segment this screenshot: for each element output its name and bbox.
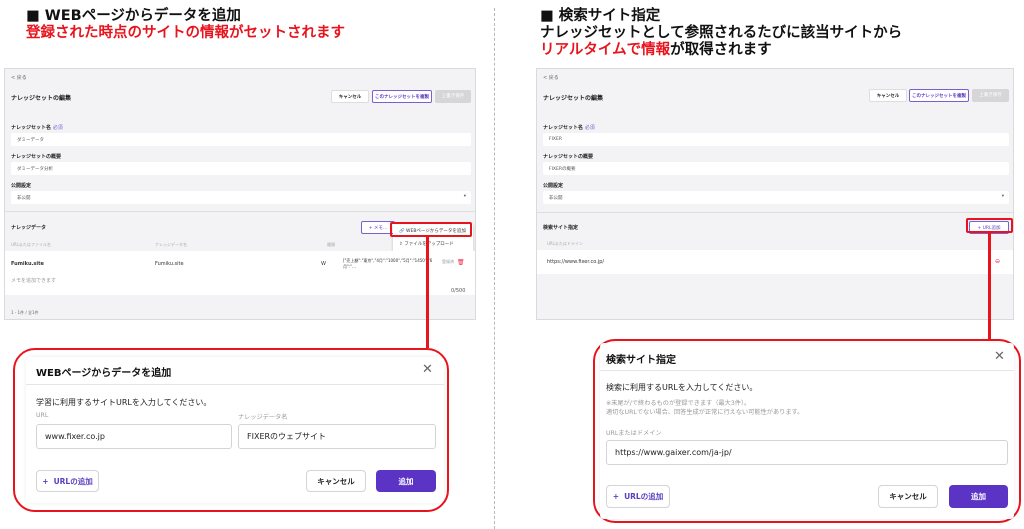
right-heading-line3: リアルタイムで情報が取得されます bbox=[540, 42, 902, 59]
col-header-url: URLまたはファイル名 bbox=[11, 242, 51, 247]
page-title: ナレッジセットの編集 bbox=[11, 95, 72, 102]
right-heading-title: ■ 検索サイト指定 bbox=[540, 8, 661, 24]
cancel-button[interactable]: キャンセル bbox=[869, 89, 907, 102]
delete-icon[interactable]: ⊖ bbox=[995, 258, 1000, 265]
left-mini-screen: < 戻る ナレッジセットの編集 キャンセル このナレッジセットを複製 上書き保存… bbox=[4, 68, 476, 320]
copy-knowledge-button[interactable]: このナレッジセットを複製 bbox=[909, 89, 969, 102]
dialog-title: WEBページからデータを追加 bbox=[36, 368, 172, 379]
publish-select[interactable]: 非公開 ▾ bbox=[543, 191, 1009, 204]
knowledge-name-label: ナレッジデータ名 bbox=[238, 414, 288, 421]
url-domain-input[interactable]: https://www.gaixer.com/ja-jp/ bbox=[606, 440, 1008, 465]
col-header-name: ナレッジデータ名 bbox=[155, 242, 187, 247]
left-highlight-box bbox=[390, 222, 472, 237]
summary-label: ナレッジセットの概要 bbox=[543, 154, 594, 160]
memo-counter: 0/500 bbox=[451, 288, 466, 294]
section-divider bbox=[5, 211, 475, 212]
cancel-button[interactable]: キャンセル bbox=[878, 485, 938, 508]
cancel-button[interactable]: キャンセル bbox=[306, 470, 366, 492]
publish-select[interactable]: 非公開 ▾ bbox=[11, 191, 471, 204]
right-heading-subtitle: ナレッジセットとして参照されるたびに該当サイトから bbox=[540, 25, 903, 41]
add-web-data-dialog: WEBページからデータを追加 ✕ 学習に利用するサイトURLを入力してください。… bbox=[26, 357, 444, 503]
dialog-divider bbox=[600, 370, 1014, 371]
search-site-dialog: 検索サイト指定 ✕ 検索に利用するURLを入力してください。 ※末尾が/で終わる… bbox=[600, 343, 1014, 519]
url-input[interactable]: www.fixer.co.jp bbox=[36, 424, 232, 449]
copy-knowledge-button[interactable]: このナレッジセットを複製 bbox=[372, 90, 432, 103]
publish-label: 公開設定 bbox=[543, 183, 564, 189]
left-connector-line bbox=[426, 237, 429, 348]
summary-field[interactable]: ダミーデータ分析 bbox=[11, 162, 471, 175]
row-type: W bbox=[321, 261, 326, 267]
add-url-button[interactable]: + URLの追加 bbox=[606, 485, 670, 508]
dialog-instruction: 学習に利用するサイトURLを入力してください。 bbox=[36, 398, 212, 407]
row-url: Fumiku.site bbox=[11, 261, 44, 267]
url-domain-label: URLまたはドメイン bbox=[606, 430, 662, 437]
col-header-url: URLまたはドメイン bbox=[547, 241, 583, 246]
right-highlight-box bbox=[966, 218, 1013, 233]
required-badge: 必須 bbox=[584, 125, 595, 131]
back-link[interactable]: < 戻る bbox=[543, 74, 559, 81]
col-header-type: 種類 bbox=[327, 242, 335, 247]
dialog-note-2: 適切なURLでない場合、回答生成が正常に行えない可能性があります。 bbox=[606, 409, 804, 416]
summary-field[interactable]: FIXERの概要 bbox=[543, 162, 1009, 175]
row-name: Fumiku.site bbox=[155, 261, 184, 267]
center-divider bbox=[494, 8, 495, 529]
row-status: 登録済 bbox=[442, 259, 454, 264]
section-divider bbox=[537, 212, 1013, 213]
table-row[interactable]: https://www.fixer.co.jp/ ⊖ bbox=[537, 250, 1013, 274]
cancel-button[interactable]: キャンセル bbox=[331, 90, 369, 103]
close-icon[interactable]: ✕ bbox=[422, 363, 433, 376]
trash-icon[interactable]: 🗑 bbox=[457, 259, 465, 266]
right-connector-line bbox=[988, 233, 991, 340]
add-url-button[interactable]: + URLの追加 bbox=[36, 470, 99, 492]
save-button[interactable]: 上書き保存 bbox=[972, 89, 1009, 102]
row-url: https://www.fixer.co.jp/ bbox=[547, 259, 605, 265]
right-heading-rest: が取得されます bbox=[670, 42, 772, 58]
left-heading-title: ■ WEBページからデータを追加 bbox=[26, 8, 241, 24]
page-title: ナレッジセットの編集 bbox=[543, 95, 604, 102]
name-field[interactable]: ダミーデータ bbox=[11, 133, 471, 146]
required-badge: 必須 bbox=[52, 125, 63, 131]
submit-button[interactable]: 追加 bbox=[376, 470, 436, 492]
name-field[interactable]: FIXER bbox=[543, 133, 1009, 146]
right-mini-screen: < 戻る ナレッジセットの編集 キャンセル このナレッジセットを複製 上書き保存… bbox=[536, 68, 1014, 320]
dialog-note-1: ※末尾が/で終わるものが登録できます（最大3件）。 bbox=[606, 400, 751, 407]
plus-icon: + bbox=[42, 476, 49, 486]
right-heading-red: リアルタイムで情報 bbox=[540, 42, 671, 58]
close-icon[interactable]: ✕ bbox=[994, 350, 1005, 363]
submit-button[interactable]: 追加 bbox=[949, 485, 1008, 508]
url-label: URL bbox=[36, 412, 49, 419]
name-label: ナレッジセット名 必須 bbox=[543, 125, 595, 131]
chevron-down-icon: ▾ bbox=[1001, 194, 1004, 199]
left-heading-subtitle: 登録された時点のサイトの情報がセットされます bbox=[26, 25, 345, 41]
left-heading: ■ WEBページからデータを追加 登録された時点のサイトの情報がセットされます bbox=[26, 8, 345, 42]
dialog-instruction: 検索に利用するURLを入力してください。 bbox=[606, 383, 758, 392]
dialog-title: 検索サイト指定 bbox=[606, 355, 676, 366]
memo-input[interactable]: メモを追加できます bbox=[11, 277, 56, 284]
right-heading: ■ 検索サイト指定 ナレッジセットとして参照されるたびに該当サイトから リアルタ… bbox=[540, 8, 902, 59]
save-button[interactable]: 上書き保存 bbox=[435, 90, 471, 103]
knowledge-name-input[interactable]: FIXERのウェブサイト bbox=[238, 424, 436, 449]
back-link[interactable]: < 戻る bbox=[11, 74, 27, 81]
search-site-label: 検索サイト指定 bbox=[543, 225, 579, 231]
knowledge-data-label: ナレッジデータ bbox=[11, 225, 47, 231]
upload-icon: ⇪ bbox=[399, 242, 403, 247]
plus-icon: + bbox=[612, 492, 620, 501]
summary-label: ナレッジセットの概要 bbox=[11, 154, 62, 160]
name-label: ナレッジセット名 必須 bbox=[11, 125, 63, 131]
publish-label: 公開設定 bbox=[11, 183, 32, 189]
row-data-preview: ["売上額":"東京","4月":"1000","5月":"1450","6月"… bbox=[343, 258, 433, 269]
chevron-down-icon: ▾ bbox=[463, 194, 466, 199]
table-row[interactable]: Fumiku.site Fumiku.site W ["売上額":"東京","4… bbox=[5, 251, 475, 295]
pagination: 1 - 1件 / 全1件 bbox=[11, 310, 39, 315]
dialog-divider bbox=[26, 384, 444, 385]
